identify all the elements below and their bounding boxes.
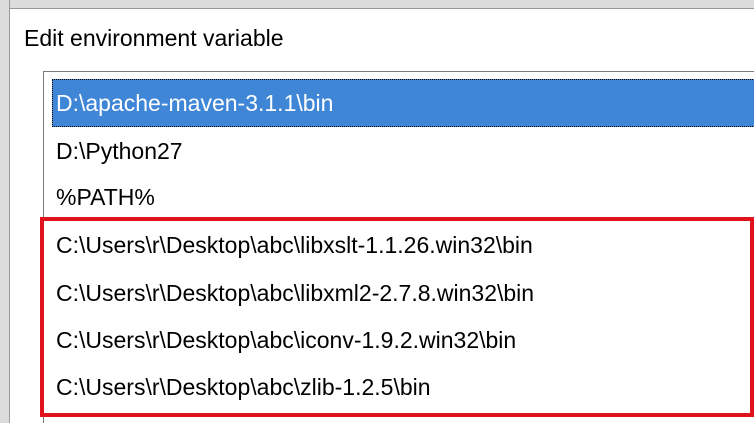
window-top-border <box>0 0 754 9</box>
window-left-border <box>0 0 10 423</box>
path-entry[interactable]: C:\Users\r\Desktop\abc\libxslt-1.1.26.wi… <box>44 222 754 268</box>
path-entry[interactable]: C:\Users\r\Desktop\abc\iconv-1.9.2.win32… <box>44 317 754 363</box>
path-entry[interactable]: D:\apache-maven-3.1.1\bin <box>52 79 754 127</box>
path-entry[interactable]: D:\Python27 <box>44 128 754 174</box>
title-bar[interactable]: Edit environment variable <box>10 9 754 61</box>
path-entry[interactable]: C:\Users\r\Desktop\abc\zlib-1.2.5\bin <box>44 364 754 410</box>
path-entries-list[interactable]: D:\apache-maven-3.1.1\bin D:\Python27 %P… <box>43 71 754 423</box>
edit-environment-variable-dialog: Edit environment variable D:\apache-mave… <box>0 0 754 423</box>
path-entry[interactable]: %PATH% <box>44 174 754 220</box>
dialog-title: Edit environment variable <box>24 25 284 51</box>
path-entry[interactable]: C:\Users\r\Desktop\abc\libxml2-2.7.8.win… <box>44 270 754 316</box>
